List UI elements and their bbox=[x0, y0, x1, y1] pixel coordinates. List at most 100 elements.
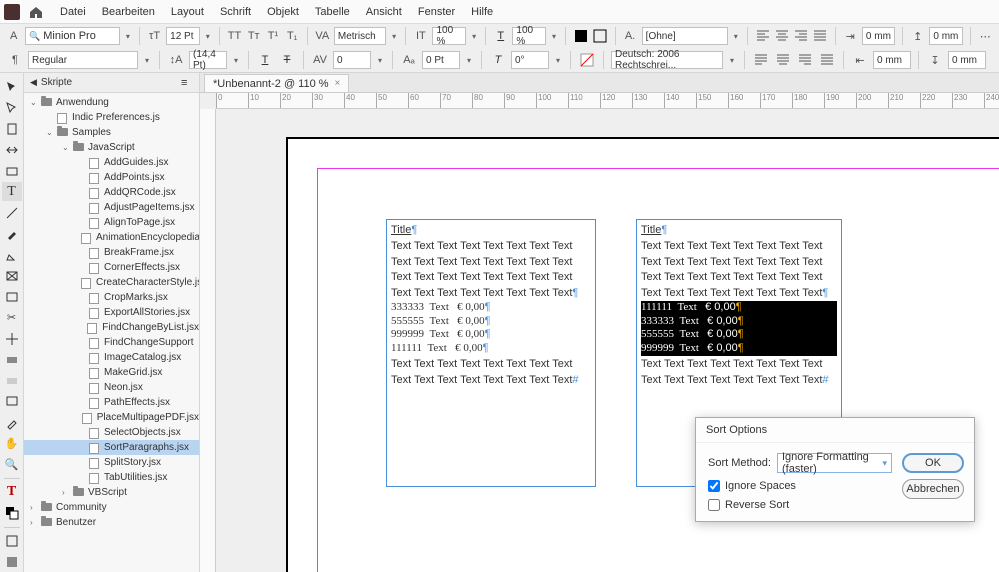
superscript-icon[interactable]: T¹ bbox=[265, 27, 280, 45]
sort-method-select[interactable]: Ignore Formatting (faster)▾ bbox=[777, 453, 892, 473]
document-tab[interactable]: *Unbenannt-2 @ 110 % × bbox=[204, 74, 349, 92]
vscale-field[interactable]: 100 % bbox=[512, 27, 545, 45]
leading-field[interactable]: (14,4 Pt) bbox=[189, 51, 227, 69]
smallcaps-icon[interactable]: Tᴛ bbox=[246, 27, 261, 45]
language-field[interactable]: Deutsch: 2006 Rechtschrei... bbox=[611, 51, 723, 69]
tree-item[interactable]: CropMarks.jsx bbox=[24, 290, 199, 305]
ignore-spaces-checkbox[interactable]: Ignore Spaces bbox=[708, 480, 892, 492]
panel-menu-icon[interactable]: ≡ bbox=[181, 77, 193, 89]
tree-item[interactable]: ›Community bbox=[24, 500, 199, 515]
pencil-tool[interactable] bbox=[2, 245, 22, 264]
tree-item[interactable]: ›VBScript bbox=[24, 485, 199, 500]
char-panel-icon[interactable]: A bbox=[6, 27, 21, 45]
type-tool[interactable]: T bbox=[2, 182, 22, 201]
tree-item[interactable]: ExportAllStories.jsx bbox=[24, 305, 199, 320]
rectangle-frame-tool[interactable] bbox=[2, 266, 22, 285]
tree-item[interactable]: SortParagraphs.jsx bbox=[24, 440, 199, 455]
para-panel-icon[interactable]: ¶ bbox=[6, 51, 24, 69]
justify-last-center-icon[interactable] bbox=[774, 51, 792, 69]
menu-layout[interactable]: Layout bbox=[163, 3, 212, 21]
hand-tool[interactable]: ✋ bbox=[2, 434, 22, 453]
tree-item[interactable]: ⌄Samples bbox=[24, 125, 199, 140]
baseline-field[interactable]: 0 Pt bbox=[422, 51, 460, 69]
menu-bearbeiten[interactable]: Bearbeiten bbox=[94, 3, 163, 21]
gap-tool[interactable] bbox=[2, 140, 22, 159]
canvas[interactable]: Title¶ Text Text Text Text Text Text Tex… bbox=[216, 109, 999, 572]
tree-item[interactable]: PathEffects.jsx bbox=[24, 395, 199, 410]
tree-item[interactable]: AddPoints.jsx bbox=[24, 170, 199, 185]
home-icon[interactable] bbox=[28, 4, 44, 20]
tree-item[interactable]: BreakFrame.jsx bbox=[24, 245, 199, 260]
zoom-tool[interactable]: 🔍 bbox=[2, 455, 22, 474]
font-family-field[interactable]: 🔍 Minion Pro bbox=[25, 27, 119, 45]
rectangle-tool[interactable] bbox=[2, 287, 22, 306]
no-fill-icon[interactable] bbox=[578, 51, 596, 69]
justify-last-right-icon[interactable] bbox=[796, 51, 814, 69]
menu-hilfe[interactable]: Hilfe bbox=[463, 3, 501, 21]
kerning-field[interactable]: Metrisch bbox=[334, 27, 386, 45]
tree-item[interactable]: FindChangeByList.jsx bbox=[24, 320, 199, 335]
fill-icon[interactable] bbox=[573, 27, 588, 45]
space-before-field[interactable]: 0 mm bbox=[929, 27, 962, 45]
skew-field[interactable]: 0° bbox=[511, 51, 549, 69]
font-weight-field[interactable]: Regular bbox=[28, 51, 138, 69]
tree-item[interactable]: AdjustPageItems.jsx bbox=[24, 200, 199, 215]
content-collector-tool[interactable] bbox=[2, 161, 22, 180]
strike-icon[interactable]: T bbox=[278, 51, 296, 69]
scissors-tool[interactable]: ✂ bbox=[2, 308, 22, 327]
align-left-icon[interactable] bbox=[755, 27, 770, 45]
reverse-sort-checkbox[interactable]: Reverse Sort bbox=[708, 499, 892, 511]
tree-item[interactable]: AnimationEncyclopedia.jsx bbox=[24, 230, 199, 245]
tree-item[interactable]: ⌄JavaScript bbox=[24, 140, 199, 155]
tree-item[interactable]: SelectObjects.jsx bbox=[24, 425, 199, 440]
line-tool[interactable] bbox=[2, 203, 22, 222]
space-after-field[interactable]: 0 mm bbox=[948, 51, 986, 69]
view-mode-normal[interactable] bbox=[2, 532, 22, 551]
tree-item[interactable]: ›Benutzer bbox=[24, 515, 199, 530]
gradient-swatch-tool[interactable] bbox=[2, 350, 22, 369]
tree-item[interactable]: CreateCharacterStyle.jsx bbox=[24, 275, 199, 290]
indent-right-field[interactable]: 0 mm bbox=[873, 51, 911, 69]
ok-button[interactable]: OK bbox=[902, 453, 964, 473]
default-fill-stroke[interactable] bbox=[2, 504, 22, 523]
indent-left-field[interactable]: 0 mm bbox=[862, 27, 895, 45]
tree-item[interactable]: TabUtilities.jsx bbox=[24, 470, 199, 485]
fill-stroke-toggle[interactable]: T bbox=[2, 483, 22, 502]
cancel-button[interactable]: Abbrechen bbox=[902, 479, 964, 499]
tree-item[interactable]: ⌄Anwendung bbox=[24, 95, 199, 110]
vertical-ruler[interactable] bbox=[200, 109, 216, 572]
note-tool[interactable] bbox=[2, 392, 22, 411]
font-size-field[interactable]: 12 Pt bbox=[166, 27, 199, 45]
menu-objekt[interactable]: Objekt bbox=[259, 3, 307, 21]
stroke-icon[interactable] bbox=[592, 27, 607, 45]
justify-last-left-icon[interactable] bbox=[752, 51, 770, 69]
allcaps-icon[interactable]: TT bbox=[227, 27, 242, 45]
menu-fenster[interactable]: Fenster bbox=[410, 3, 463, 21]
tree-item[interactable]: FindChangeSupport bbox=[24, 335, 199, 350]
tree-item[interactable]: MakeGrid.jsx bbox=[24, 365, 199, 380]
charstyle-field[interactable]: [Ohne] bbox=[642, 27, 728, 45]
view-mode-preview[interactable] bbox=[2, 553, 22, 572]
underline-icon[interactable]: T bbox=[256, 51, 274, 69]
subscript-icon[interactable]: T₁ bbox=[285, 27, 300, 45]
direct-selection-tool[interactable] bbox=[2, 98, 22, 117]
free-transform-tool[interactable] bbox=[2, 329, 22, 348]
tree-item[interactable]: SplitStory.jsx bbox=[24, 455, 199, 470]
tree-item[interactable]: AlignToPage.jsx bbox=[24, 215, 199, 230]
hscale-field[interactable]: 100 % bbox=[432, 27, 465, 45]
more-options-icon[interactable]: ⋯ bbox=[978, 27, 993, 45]
align-right-icon[interactable] bbox=[793, 27, 808, 45]
menu-datei[interactable]: Datei bbox=[52, 3, 94, 21]
tree-item[interactable]: PlaceMultipagePDF.jsx bbox=[24, 410, 199, 425]
close-icon[interactable]: × bbox=[335, 78, 341, 89]
tree-item[interactable]: CornerEffects.jsx bbox=[24, 260, 199, 275]
menu-tabelle[interactable]: Tabelle bbox=[307, 3, 358, 21]
tree-item[interactable]: AddQRCode.jsx bbox=[24, 185, 199, 200]
justify-all-icon[interactable] bbox=[818, 51, 836, 69]
horizontal-ruler[interactable]: 0102030405060708090100110120130140150160… bbox=[216, 93, 999, 109]
eyedropper-tool[interactable] bbox=[2, 413, 22, 432]
menu-ansicht[interactable]: Ansicht bbox=[358, 3, 410, 21]
tracking-field[interactable]: 0 bbox=[333, 51, 371, 69]
gradient-feather-tool[interactable] bbox=[2, 371, 22, 390]
panel-collapse-icon[interactable]: ◀ bbox=[30, 77, 37, 88]
